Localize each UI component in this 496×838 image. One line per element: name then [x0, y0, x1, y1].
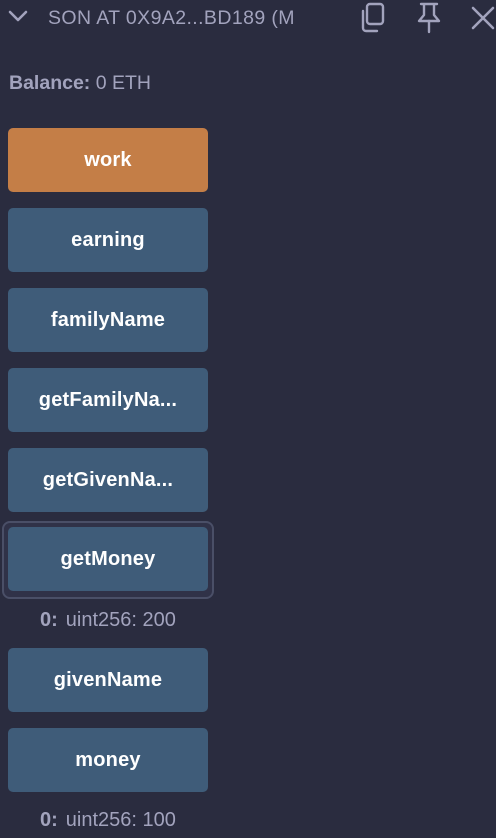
result-index: 0:: [40, 809, 58, 831]
deployed-contract-panel: SON AT 0X9A2...BD189 (M Balance: 0 ETH w…: [0, 0, 496, 838]
result-value: uint256: 200: [65, 609, 176, 631]
balance-label: Balance:: [9, 72, 91, 94]
get-money-result: 0: uint256: 200: [40, 609, 176, 632]
money-result: 0: uint256: 100: [40, 809, 176, 832]
result-index: 0:: [40, 609, 58, 631]
work-button[interactable]: work: [8, 128, 208, 192]
balance-value: 0 ETH: [95, 72, 151, 94]
pin-icon[interactable]: [414, 1, 444, 35]
get-money-button[interactable]: getMoney: [8, 527, 208, 591]
contract-header: SON AT 0X9A2...BD189 (M: [0, 0, 496, 36]
get-given-name-button[interactable]: getGivenNa...: [8, 448, 208, 512]
balance-row: Balance: 0 ETH: [9, 72, 151, 95]
contract-title[interactable]: SON AT 0X9A2...BD189 (M: [48, 7, 295, 30]
get-family-name-button[interactable]: getFamilyNa...: [8, 368, 208, 432]
result-value: uint256: 100: [65, 809, 176, 831]
copy-icon[interactable]: [358, 1, 388, 35]
family-name-button[interactable]: familyName: [8, 288, 208, 352]
earning-button[interactable]: earning: [8, 208, 208, 272]
chevron-down-icon[interactable]: [7, 5, 29, 27]
money-button[interactable]: money: [8, 728, 208, 792]
given-name-button[interactable]: givenName: [8, 648, 208, 712]
close-icon[interactable]: [468, 1, 496, 35]
